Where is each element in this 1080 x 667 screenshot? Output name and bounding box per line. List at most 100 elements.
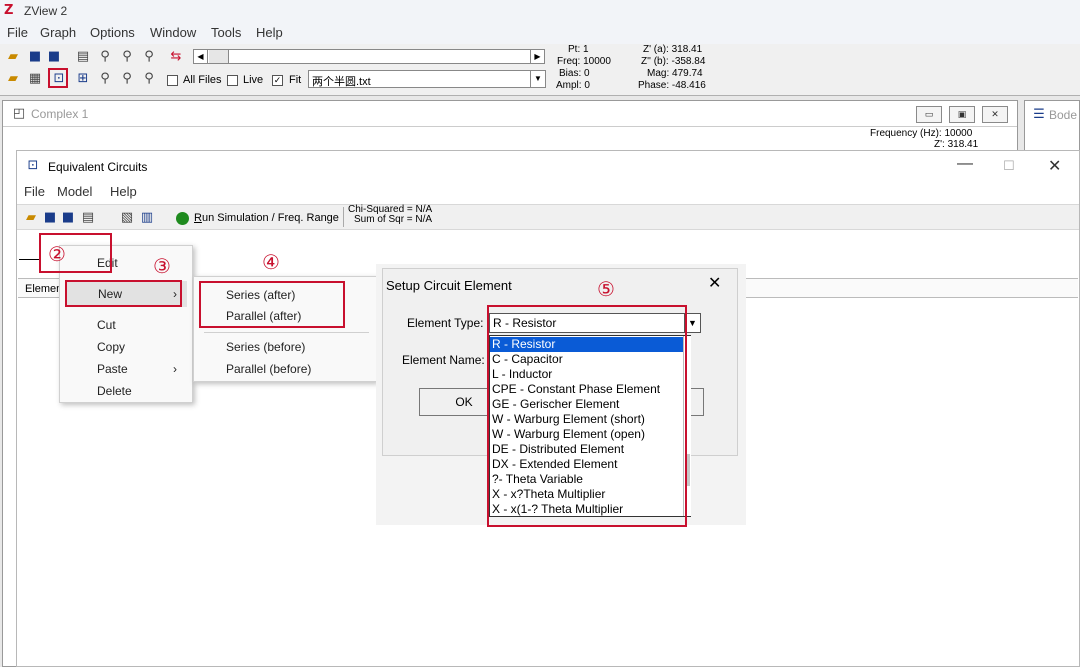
menu-item-edit[interactable]: Edit [97, 256, 118, 270]
refresh-arrows-icon[interactable]: ⇆ [168, 49, 184, 65]
file-select[interactable]: 两个半圆.txt ▼ [308, 70, 546, 88]
sum-of-sqr-readout: Sum of Sqr = N/A [354, 214, 433, 225]
eq-title: Equivalent Circuits [48, 160, 148, 174]
complex-title: Complex 1 [31, 107, 89, 121]
eq-menu-help[interactable]: Help [110, 184, 137, 199]
app-menubar: File Graph Options Window Tools Help [0, 22, 1080, 44]
zoom-all-icon[interactable]: ⚲ [141, 71, 157, 87]
menu-item-parallel-after[interactable]: Parallel (after) [226, 309, 301, 323]
eq-titlebar: ⊡ Equivalent Circuits — ☐ ✕ [17, 151, 1079, 182]
restore-icon[interactable]: ▣ [949, 106, 975, 123]
eq-print-icon[interactable]: ▤ [80, 210, 96, 226]
type-option-capacitor[interactable]: C - Capacitor [490, 352, 683, 367]
menu-tools[interactable]: Tools [211, 25, 241, 40]
run-simulation-icon[interactable] [176, 212, 189, 225]
plot-window-icon: ◰ [12, 106, 26, 121]
spreadsheet-icon[interactable]: ▦ [27, 71, 43, 87]
zview-logo-icon: Z [4, 3, 14, 18]
equivalent-circuit-icon[interactable]: ⊡ [51, 71, 67, 87]
zoom-region-icon[interactable]: ⚲ [119, 49, 135, 65]
live-checkbox[interactable] [227, 75, 238, 86]
eq-menu-model[interactable]: Model [57, 184, 92, 199]
circuit-window-icon: ⊡ [27, 158, 39, 173]
type-option-theta-variable[interactable]: ?- Theta Variable [490, 472, 683, 487]
eq-minimize-icon[interactable]: — [957, 155, 973, 173]
element-name-label: Element Name: [402, 353, 485, 367]
element-type-label: Element Type: [407, 316, 484, 330]
fit-label: Fit [289, 74, 302, 86]
menu-help[interactable]: Help [256, 25, 283, 40]
eq-save-as-icon[interactable]: ■ [60, 210, 76, 226]
type-option-theta-multiplier[interactable]: X - x?Theta Multiplier [490, 487, 683, 502]
type-option-warburg-open[interactable]: W - Warburg Element (open) [490, 427, 683, 442]
type-option-inductor[interactable]: L - Inductor [490, 367, 683, 382]
data-point-scrollbar[interactable]: ◀ ▶ [193, 49, 545, 64]
complex-titlebar: ◰ Complex 1 ▭ ▣ ✕ [3, 101, 1017, 127]
annotation-2: ② [48, 242, 66, 266]
eq-maximize-icon[interactable]: ☐ [1003, 158, 1015, 174]
type-option-extended[interactable]: DX - Extended Element [490, 457, 683, 472]
save-as-icon[interactable]: ■ [46, 49, 62, 65]
menu-item-series-after[interactable]: Series (after) [226, 288, 295, 302]
eq-close-icon[interactable]: ✕ [1048, 156, 1061, 176]
type-option-warburg-short[interactable]: W - Warburg Element (short) [490, 412, 683, 427]
list-scroll-thumb[interactable] [685, 454, 690, 486]
annotation-5: ⑤ [597, 277, 615, 301]
file-select-value: 两个半圆.txt [312, 76, 371, 88]
menu-item-copy[interactable]: Copy [97, 340, 125, 354]
type-option-resistor[interactable]: R - Resistor [490, 337, 683, 352]
fit-checkbox[interactable]: ✓ [272, 75, 283, 86]
menu-item-series-before[interactable]: Series (before) [226, 340, 305, 354]
menu-item-parallel-before[interactable]: Parallel (before) [226, 362, 311, 376]
minimize-icon[interactable]: ▭ [916, 106, 942, 123]
ampl-readout: Ampl: 0 [556, 80, 590, 91]
type-option-distributed[interactable]: DE - Distributed Element [490, 442, 683, 457]
run-simulation-button[interactable]: Run Simulation / Freq. Range [194, 212, 339, 224]
menu-item-paste[interactable]: Paste [97, 362, 128, 376]
type-option-one-minus-theta-multiplier[interactable]: X - x(1-? Theta Multiplier [490, 502, 683, 517]
all-files-checkbox[interactable] [167, 75, 178, 86]
open-data-icon[interactable]: ▰ [5, 71, 21, 87]
menu-item-new[interactable]: New [98, 287, 122, 301]
eq-menu-file[interactable]: File [24, 184, 45, 199]
zoom-reset-icon[interactable]: ⚲ [141, 49, 157, 65]
eq-copy-image-icon[interactable]: ▧ [119, 210, 135, 226]
dialog-title: Setup Circuit Element [386, 278, 512, 293]
menu-options[interactable]: Options [90, 25, 135, 40]
menu-graph[interactable]: Graph [40, 25, 76, 40]
type-option-gerischer[interactable]: GE - Gerischer Element [490, 397, 683, 412]
app-titlebar: Z ZView 2 [0, 0, 1080, 22]
fit-stats: Chi-Squared = N/A Sum of Sqr = N/A [348, 205, 432, 225]
bode-title: Bode [1049, 108, 1078, 122]
app-title: ZView 2 [24, 4, 68, 18]
eq-save-icon[interactable]: ■ [42, 210, 58, 226]
dialog-close-icon[interactable]: ✕ [708, 273, 721, 293]
plot-icon[interactable]: ⊞ [75, 71, 91, 87]
element-type-select[interactable]: R - Resistor ▼ [489, 313, 701, 333]
close-icon[interactable]: ✕ [982, 106, 1008, 123]
new-submenu: Series (after) Parallel (after) Series (… [193, 276, 377, 382]
list-scrollbar[interactable] [683, 336, 691, 516]
eq-open-icon[interactable]: ▰ [23, 210, 39, 226]
plot-frequency-readout: Frequency (Hz): 10000 [870, 128, 973, 139]
scroll-thumb[interactable] [209, 50, 229, 63]
scroll-right-arrow-icon[interactable]: ▶ [530, 50, 544, 63]
phase-readout: Phase: -48.416 [638, 80, 706, 91]
chevron-down-icon[interactable]: ▼ [530, 71, 545, 87]
chevron-right-icon: › [173, 287, 177, 301]
print-icon[interactable]: ▤ [75, 49, 91, 65]
menu-file[interactable]: File [7, 25, 28, 40]
circuit-wire[interactable] [19, 259, 39, 260]
menu-item-cut[interactable]: Cut [97, 318, 116, 332]
menu-item-delete[interactable]: Delete [97, 384, 132, 398]
open-folder-icon[interactable]: ▰ [5, 49, 21, 65]
zoom-in-icon[interactable]: ⚲ [97, 71, 113, 87]
zoom-out-icon[interactable]: ⚲ [119, 71, 135, 87]
eq-export-icon[interactable]: ▥ [139, 210, 155, 226]
type-option-cpe[interactable]: CPE - Constant Phase Element [490, 382, 683, 397]
chevron-down-icon[interactable]: ▼ [684, 314, 700, 332]
menu-window[interactable]: Window [150, 25, 196, 40]
scroll-left-arrow-icon[interactable]: ◀ [194, 50, 208, 63]
zoom-fit-icon[interactable]: ⚲ [97, 49, 113, 65]
save-icon[interactable]: ■ [27, 49, 43, 65]
